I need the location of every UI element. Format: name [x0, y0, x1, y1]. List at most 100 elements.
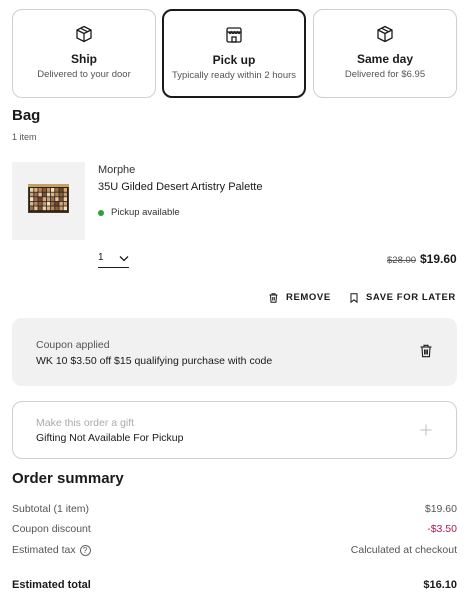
save-for-later-button[interactable]: SAVE FOR LATER — [350, 292, 456, 303]
palette-pan — [51, 188, 55, 192]
palette-pan — [51, 197, 55, 201]
palette-pan — [30, 192, 34, 197]
chevron-down-icon — [119, 256, 129, 262]
palette-pan — [46, 201, 51, 206]
option-ship-title: Ship — [71, 52, 97, 66]
trash-icon — [269, 292, 278, 303]
original-price: $28.00 — [387, 255, 417, 266]
palette-pan — [30, 188, 34, 192]
palette-pan — [30, 206, 34, 211]
estimated-tax-value: Calculated at checkout — [350, 544, 457, 556]
palette-pan — [55, 188, 59, 192]
palette-pan — [55, 197, 59, 201]
palette-pan — [42, 206, 46, 211]
gift-option-card: Make this order a gift Gifting Not Avail… — [12, 401, 457, 459]
palette-pan — [51, 192, 55, 197]
palette-pan — [34, 206, 38, 211]
gift-description: Gifting Not Available For Pickup — [36, 432, 184, 444]
palette-pan — [34, 192, 38, 197]
coupon-label: Coupon applied — [36, 339, 110, 351]
estimated-tax-label: Estimated tax — [12, 544, 76, 556]
option-pickup-subtitle: Typically ready within 2 hours — [171, 70, 297, 81]
palette-pan — [42, 197, 46, 201]
palette-pan — [38, 201, 42, 206]
palette-image — [28, 184, 69, 213]
order-summary-title: Order summary — [12, 470, 124, 487]
palette-pan — [34, 188, 38, 192]
option-pickup-title: Pick up — [212, 53, 256, 67]
palette-pan — [38, 192, 42, 197]
estimated-tax-label-group: Estimated tax ? — [12, 544, 91, 556]
subtotal-row: Subtotal (1 item) $19.60 — [12, 503, 457, 517]
coupon-discount-label: Coupon discount — [12, 523, 91, 535]
palette-pan — [59, 201, 63, 206]
palette-pan — [30, 197, 34, 201]
option-pickup[interactable]: Pick up Typically ready within 2 hours — [162, 9, 306, 98]
box-icon — [377, 25, 393, 43]
palette-pan — [55, 192, 59, 197]
palette-pan — [42, 201, 46, 206]
palette-pan — [38, 188, 42, 192]
quantity-select[interactable]: 1 — [98, 252, 129, 268]
palette-pan — [51, 201, 55, 206]
palette-pan — [63, 206, 67, 211]
palette-pan — [59, 188, 63, 192]
info-icon[interactable]: ? — [79, 544, 91, 556]
palette-pan — [63, 188, 67, 192]
palette-pan — [46, 197, 51, 201]
option-ship-subtitle: Delivered to your door — [37, 69, 131, 80]
trash-icon[interactable] — [419, 344, 433, 358]
estimated-total-value: $16.10 — [423, 579, 457, 591]
palette-pan — [63, 192, 67, 197]
palette-pan — [34, 201, 38, 206]
bag-item-count: 1 item — [12, 132, 37, 142]
product-image[interactable] — [12, 162, 85, 240]
palette-pan — [59, 197, 63, 201]
palette-pan — [59, 206, 63, 211]
subtotal-label: Subtotal (1 item) — [12, 503, 90, 515]
product-name[interactable]: 35U Gilded Desert Artistry Palette — [98, 181, 262, 193]
estimated-tax-row: Estimated tax ? Calculated at checkout — [12, 544, 457, 558]
status-dot-icon — [98, 209, 104, 216]
palette-pan — [55, 201, 59, 206]
palette-pan — [46, 192, 51, 197]
box-icon — [76, 25, 92, 43]
bookmark-icon — [350, 292, 358, 303]
subtotal-value: $19.60 — [424, 503, 457, 515]
gift-label: Make this order a gift — [36, 417, 135, 429]
coupon-card: Coupon applied WK 10 $3.50 off $15 quali… — [12, 318, 457, 386]
palette-pan — [63, 201, 67, 206]
coupon-discount-value: -$3.50 — [427, 523, 457, 535]
palette-pan — [63, 197, 67, 201]
pickup-status: Pickup available — [98, 207, 180, 218]
palette-pan — [34, 197, 38, 201]
plus-icon — [420, 424, 432, 436]
product-brand: Morphe — [98, 164, 136, 176]
coupon-discount-row: Coupon discount -$3.50 — [12, 523, 457, 537]
palette-pan — [30, 201, 34, 206]
save-for-later-label: SAVE FOR LATER — [366, 292, 456, 303]
coupon-description: WK 10 $3.50 off $15 qualifying purchase … — [36, 355, 273, 367]
store-icon — [226, 27, 242, 43]
palette-pan — [42, 192, 46, 197]
quantity-value: 1 — [98, 252, 104, 263]
option-ship[interactable]: Ship Delivered to your door — [12, 9, 156, 98]
sale-price: $19.60 — [420, 252, 457, 266]
palette-pan — [42, 188, 46, 192]
palette-pan — [38, 197, 42, 201]
option-same-day[interactable]: Same day Delivered for $6.95 — [313, 9, 457, 98]
estimated-total-label: Estimated total — [12, 579, 91, 591]
remove-label: REMOVE — [286, 292, 331, 303]
palette-pan — [38, 206, 42, 211]
remove-button[interactable]: REMOVE — [269, 292, 331, 303]
palette-pan — [55, 206, 59, 211]
pickup-status-label: Pickup available — [111, 207, 180, 218]
option-same-day-subtitle: Delivered for $6.95 — [344, 69, 426, 80]
palette-pan — [51, 206, 55, 211]
palette-pan — [59, 192, 63, 197]
option-same-day-title: Same day — [356, 52, 414, 66]
palette-pan — [46, 188, 51, 192]
bag-title: Bag — [12, 107, 41, 124]
palette-pan — [46, 206, 51, 211]
fulfillment-options: Ship Delivered to your door Pick up Typi… — [12, 9, 457, 98]
